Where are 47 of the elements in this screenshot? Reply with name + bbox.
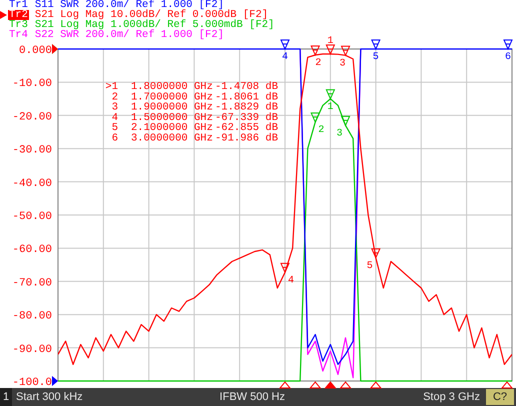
marker-number: 2 bbox=[112, 91, 118, 104]
calibration-badge: C? bbox=[486, 389, 514, 405]
marker-number: >1 bbox=[105, 81, 118, 93]
trace-settings: S21 Log Mag 10.00dB/ Ref 0.000dB [F2] bbox=[34, 10, 268, 20]
y-axis-label: -10.00 bbox=[12, 78, 52, 90]
marker-label: 2 bbox=[315, 58, 322, 69]
y-axis-label: -40.00 bbox=[12, 178, 52, 190]
y-axis-label: -20.00 bbox=[12, 111, 52, 124]
marker-number: 6 bbox=[112, 132, 118, 144]
marker-frequency: 1.5000000 GHz bbox=[131, 112, 213, 124]
y-axis-label: -50.00 bbox=[12, 211, 52, 223]
marker-label: 6 bbox=[505, 52, 511, 63]
marker-label: 3 bbox=[336, 128, 343, 140]
marker-label: 3 bbox=[340, 58, 346, 70]
y-axis-label: -70.00 bbox=[12, 277, 52, 290]
trace-label[interactable]: Tr4 bbox=[8, 30, 29, 40]
stop-frequency: Stop 3 GHz bbox=[423, 391, 481, 403]
marker-frequency: 2.1000000 GHz bbox=[131, 122, 213, 134]
y-axis-label: 0.000 bbox=[18, 45, 52, 57]
y-axis-label: -60.00 bbox=[12, 244, 52, 256]
marker-label: 4 bbox=[282, 52, 288, 63]
marker-value: -1.4708 dB bbox=[215, 81, 278, 93]
y-axis-label: -80.00 bbox=[12, 310, 52, 323]
marker-label: 1 bbox=[327, 102, 334, 113]
marker-label: 1 bbox=[327, 36, 334, 47]
start-frequency: Start 300 kHz bbox=[15, 391, 84, 403]
marker-label: 5 bbox=[372, 52, 379, 63]
marker-frequency: 3.0000000 GHz bbox=[131, 132, 213, 144]
trace-label[interactable]: Tr1 bbox=[8, 0, 29, 10]
marker-number: 3 bbox=[112, 102, 118, 114]
y-axis-label: -100.0 bbox=[12, 377, 52, 389]
marker-value: -91.986 dB bbox=[215, 132, 278, 144]
trace-label[interactable]: Tr3 bbox=[8, 20, 29, 30]
marker-number: 5 bbox=[112, 122, 118, 134]
channel-number: 1 bbox=[0, 388, 12, 406]
marker-label: 2 bbox=[318, 125, 324, 136]
if-bandwidth: IFBW 500 Hz bbox=[220, 391, 286, 403]
marker-number: 4 bbox=[112, 112, 118, 124]
marker-frequency: 1.7000000 GHz bbox=[131, 91, 213, 104]
y-axis-label: -90.00 bbox=[12, 344, 52, 356]
marker-frequency: 1.9000000 GHz bbox=[131, 102, 213, 114]
marker-label: 5 bbox=[366, 260, 373, 272]
marker-frequency: 1.8000000 GHz bbox=[131, 81, 213, 93]
y-axis-label: -30.00 bbox=[12, 144, 52, 157]
trace-settings: S21 Log Mag 1.000dB/ Ref 5.000mdB [F2] bbox=[34, 20, 274, 30]
marker-label: 4 bbox=[288, 275, 294, 286]
trace-settings: S22 SWR 200.0m/ Ref 1.000 [F2] bbox=[34, 30, 224, 40]
